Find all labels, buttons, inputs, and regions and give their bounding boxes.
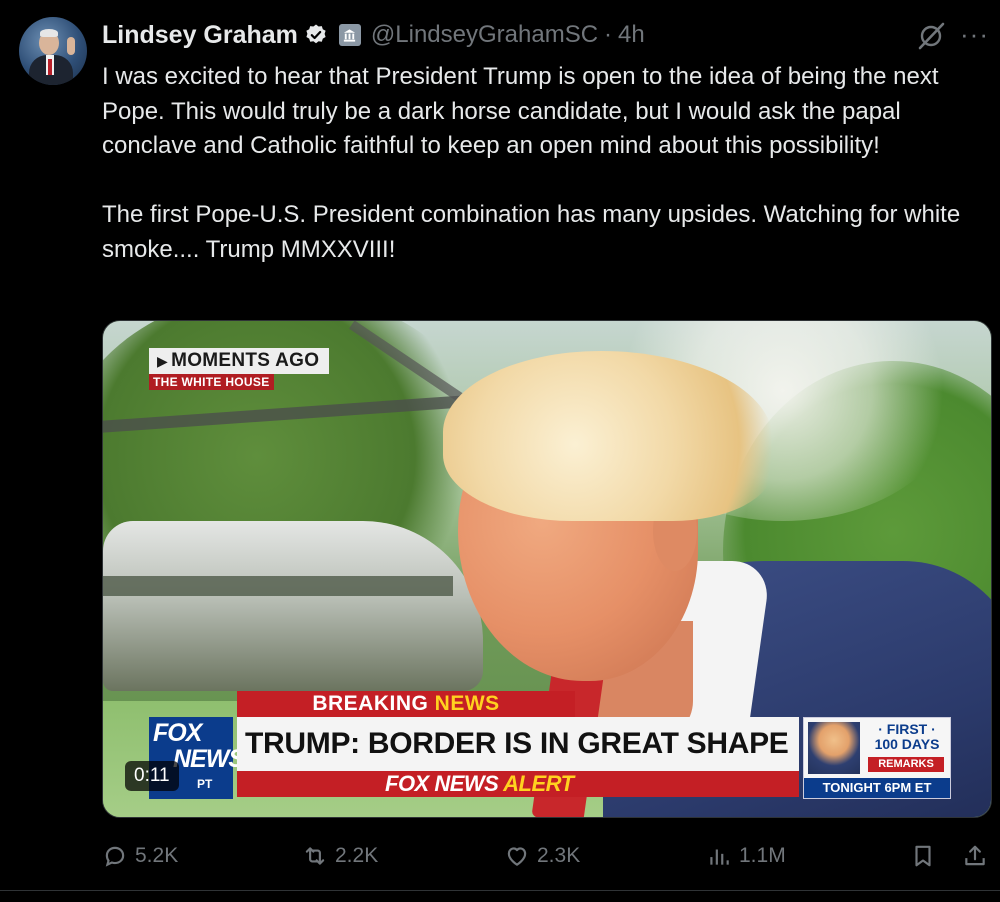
reply-count: 5.2K <box>135 844 179 867</box>
government-badge-icon[interactable] <box>338 24 361 46</box>
author-handle[interactable]: @LindseyGrahamSC <box>371 21 598 49</box>
moments-ago-label: ▶ MOMENTS AGO <box>149 348 330 374</box>
video-player[interactable]: ▶ MOMENTS AGO THE WHITE HOUSE BREAKING NE… <box>102 320 992 818</box>
bookmark-icon <box>915 845 931 867</box>
author-name[interactable]: Lindsey Graham <box>102 21 298 50</box>
reply-button[interactable]: 5.2K <box>102 838 178 874</box>
video-duration: 0:11 <box>125 761 179 791</box>
view-count: 1.1M <box>739 844 786 867</box>
location-label: THE WHITE HOUSE <box>149 374 274 390</box>
like-icon <box>507 847 527 866</box>
like-count: 2.3K <box>537 844 581 867</box>
action-bar: 5.2K 2.2K 2.3K 1.1M <box>102 838 990 874</box>
promo-photo <box>808 722 860 774</box>
share-button[interactable] <box>962 838 995 874</box>
views-icon <box>710 849 729 865</box>
share-icon <box>965 845 985 866</box>
post-time[interactable]: 4h <box>618 21 645 49</box>
like-button[interactable]: 2.3K <box>504 838 580 874</box>
chyron-headline: TRUMP: BORDER IS IN GREAT SHAPE <box>237 717 799 771</box>
tweet-header: Lindsey Graham @LindseyGrahamSC · 4h <box>102 17 645 53</box>
fox-news-alert: FOX NEWS ALERT <box>385 771 574 796</box>
repost-count: 2.2K <box>335 844 379 867</box>
verified-badge-icon[interactable] <box>304 23 328 47</box>
grok-icon[interactable] <box>916 21 946 51</box>
bookmark-button[interactable] <box>910 838 943 874</box>
repost-button[interactable]: 2.2K <box>302 838 378 874</box>
more-icon[interactable]: ··· <box>960 21 989 47</box>
separator-dot: · <box>604 21 613 48</box>
breaking-news-bar: BREAKING NEWS <box>237 691 575 717</box>
tweet-text: I was excited to hear that President Tru… <box>102 63 961 263</box>
first-100-days-promo: · FIRST · 100 DAYS REMARKS TONIGHT 6PM ET <box>803 717 951 799</box>
author-avatar[interactable] <box>19 17 87 85</box>
reply-icon <box>105 846 125 867</box>
tweet-divider <box>0 890 1000 891</box>
views-button[interactable]: 1.1M <box>706 838 786 874</box>
repost-icon <box>305 847 325 865</box>
